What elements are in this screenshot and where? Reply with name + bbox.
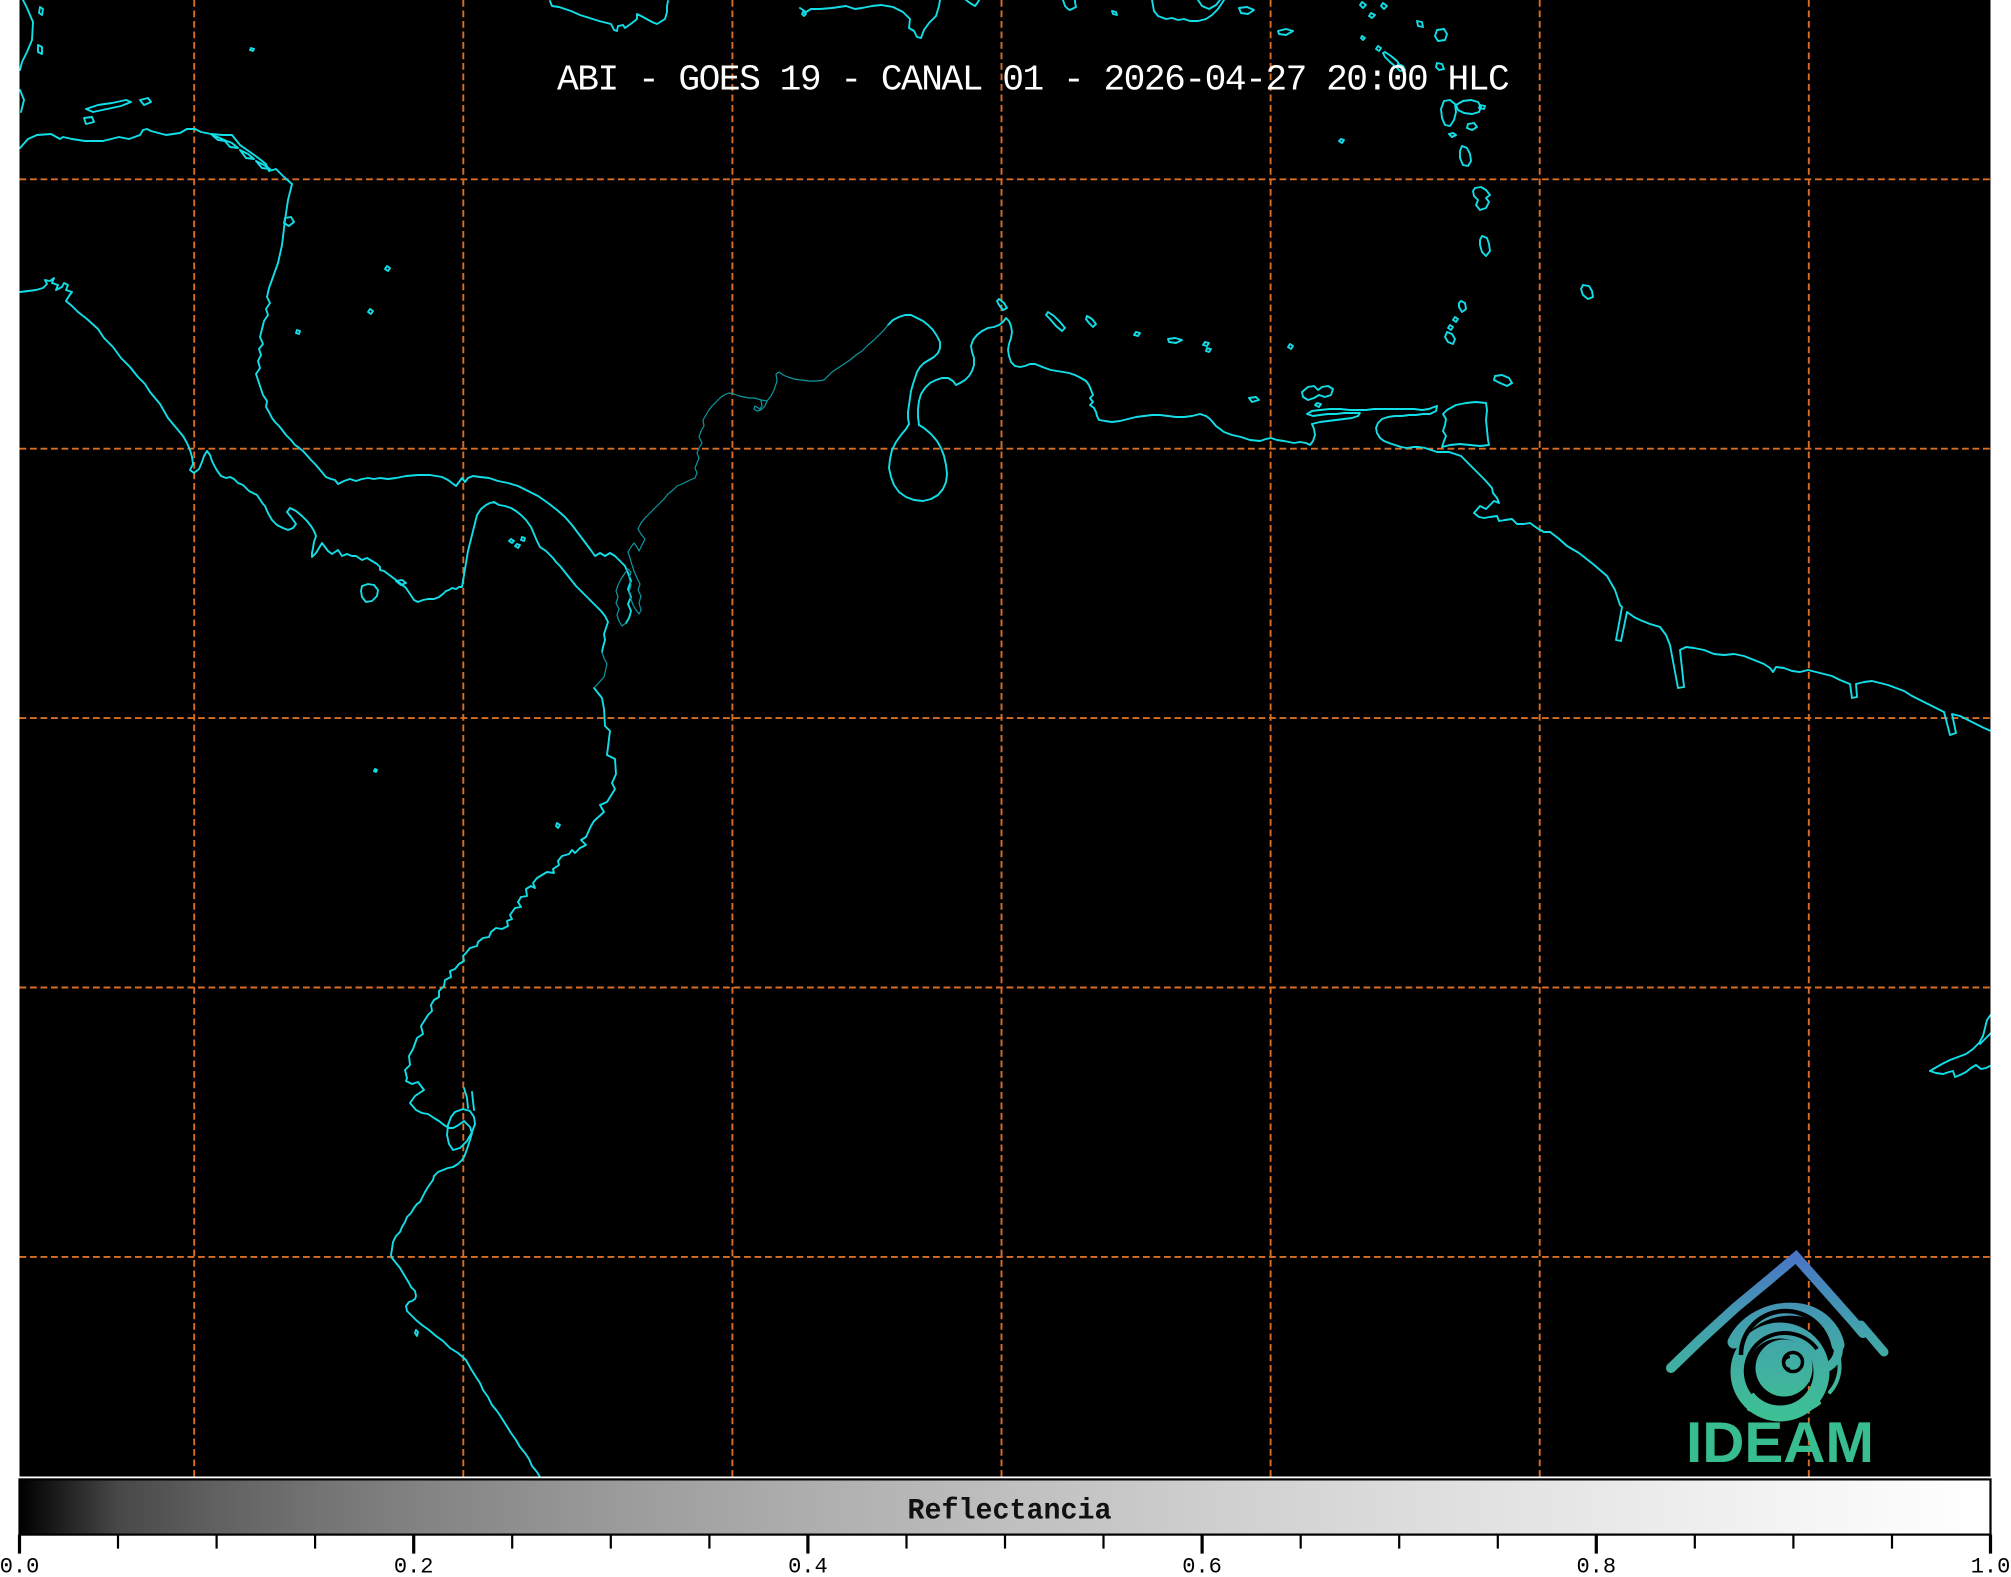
- svg-text:Reflectancia: Reflectancia: [908, 1494, 1112, 1528]
- svg-text:ABI - GOES 19 - CANAL 01 - 202: ABI - GOES 19 - CANAL 01 - 2026-04-27 20…: [557, 60, 1510, 101]
- svg-text:IDEAM: IDEAM: [1686, 1411, 1874, 1475]
